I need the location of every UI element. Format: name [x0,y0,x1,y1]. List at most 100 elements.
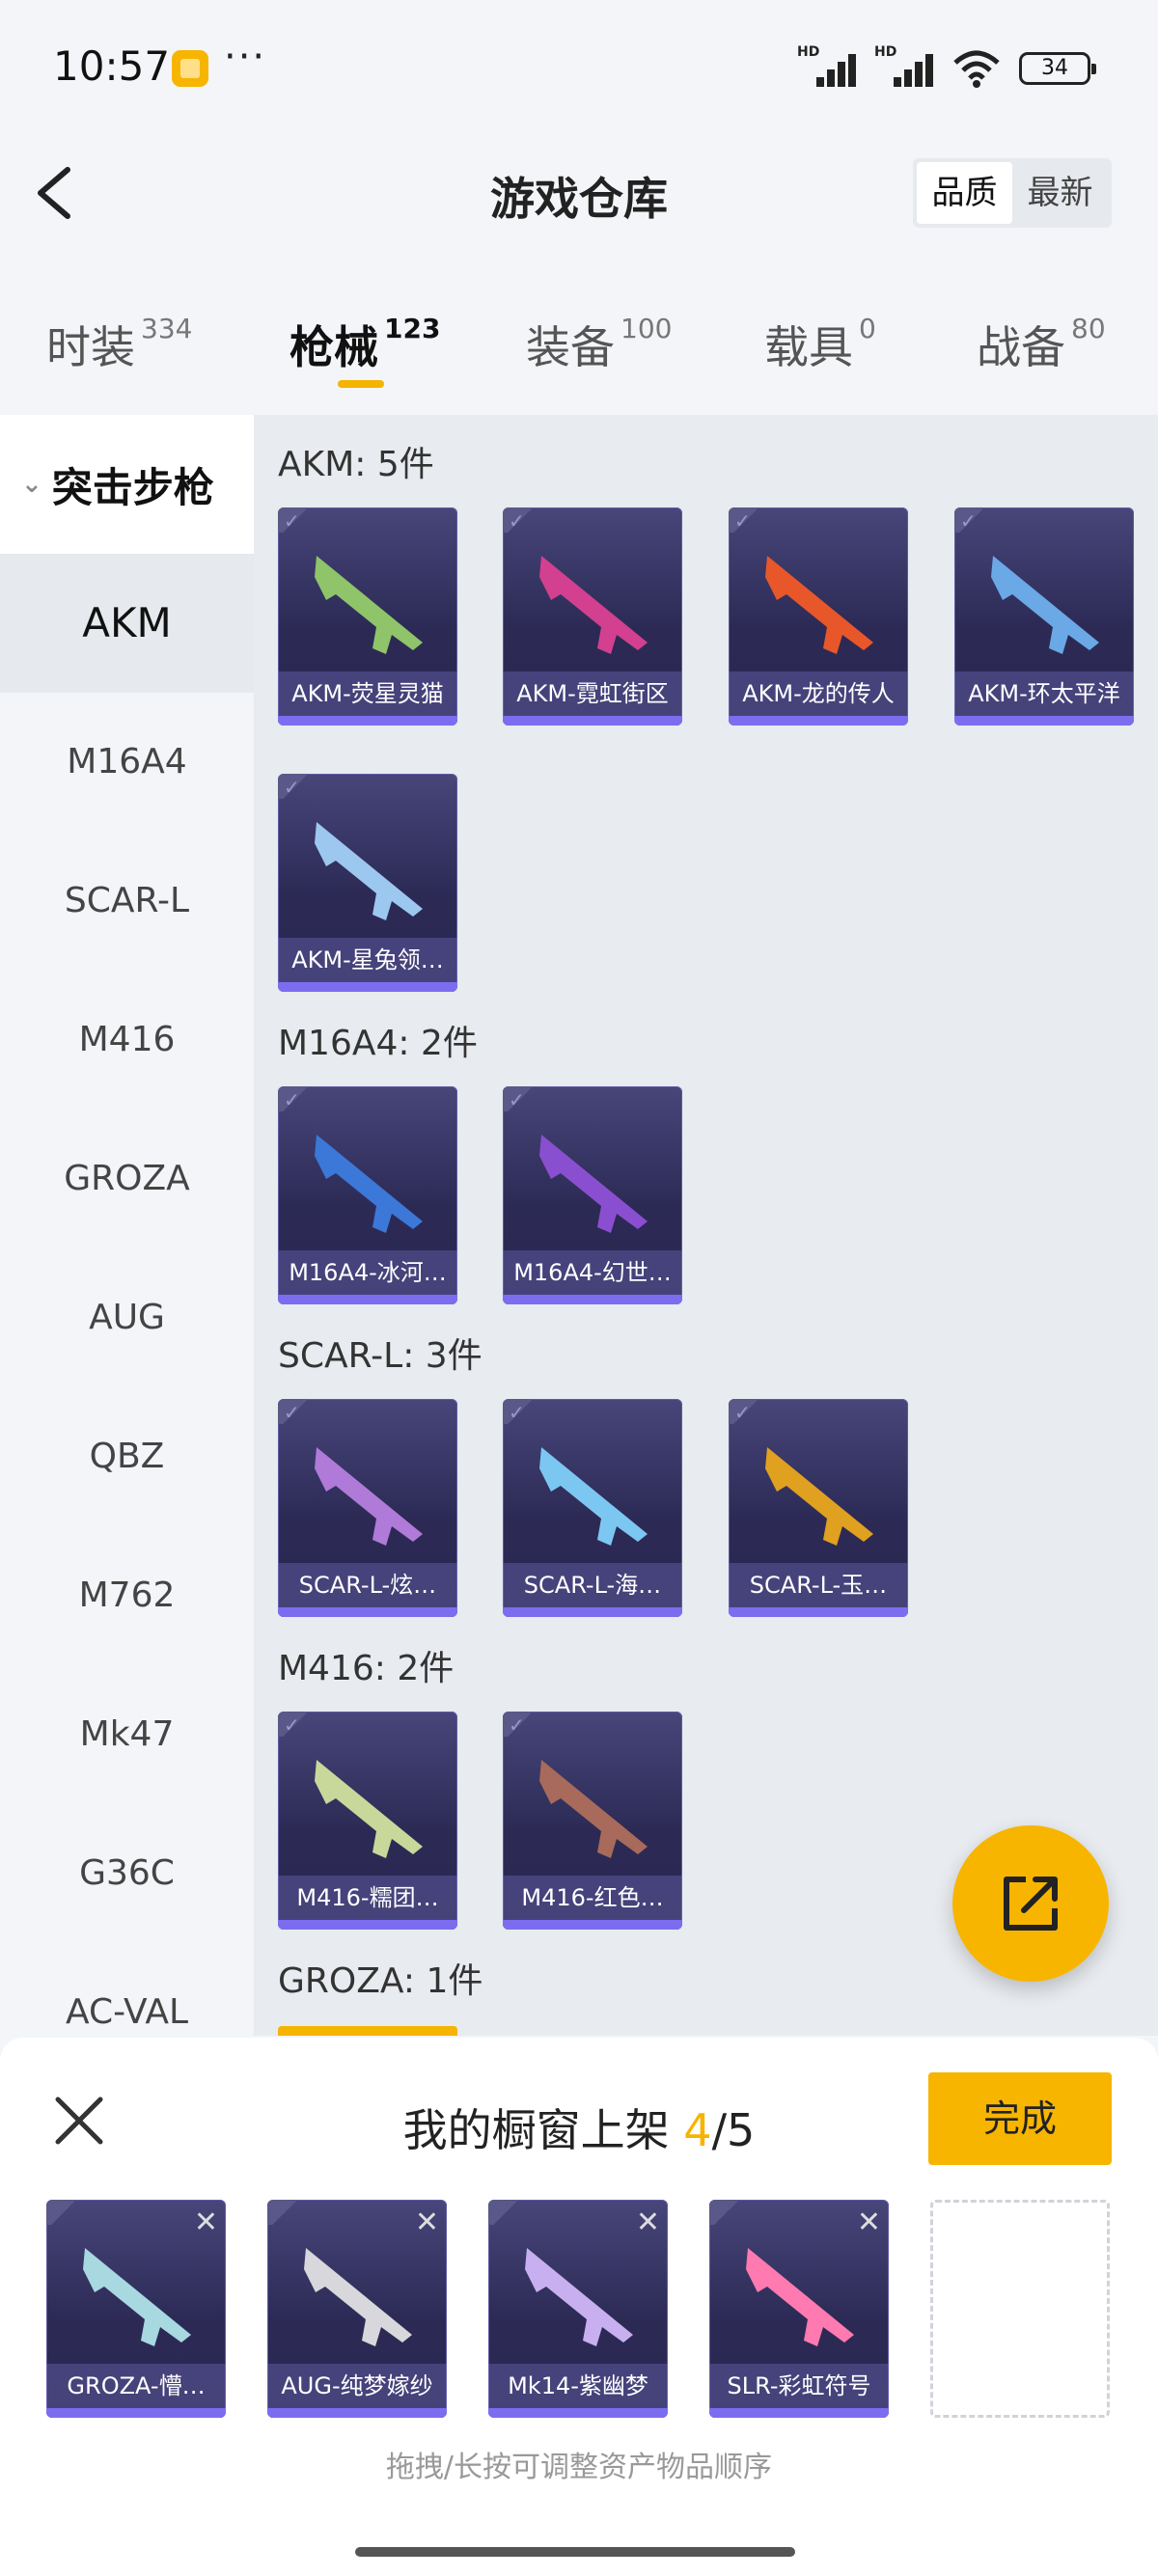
sidebar-item-akm[interactable]: AKM [0,554,254,693]
rarity-bar [278,1920,457,1930]
showcase-slot[interactable]: ✕ AUG-纯梦嫁纱 [267,2200,447,2418]
rarity-bar [503,716,682,726]
showcase-slot[interactable]: ✕ Mk14-紫幽梦 [488,2200,668,2418]
showcase-total-count: /5 [711,2104,756,2156]
section-title: M416: 2件 [278,1649,455,1688]
rifle-skin-icon [539,556,648,654]
category-tabs: 时装 334 枪械 123 装备 100 载具 0 战备 80 [0,289,1158,415]
sidebar-item-mk47[interactable]: Mk47 [0,1665,254,1804]
tab-equipment[interactable]: 装备 100 [526,313,672,376]
showcase-slot[interactable]: ✕ GROZA-懵… [46,2200,226,2418]
status-bar: 10:57 ··· HD HD 34 [0,0,1158,135]
sidebar-item-g36c[interactable]: G36C [0,1804,254,1943]
tab-vehicles[interactable]: 载具 0 [764,313,876,376]
sidebar-item-m416[interactable]: M416 [0,971,254,1110]
sort-quality-button[interactable]: 品质 [917,162,1012,224]
weapon-card[interactable]: ✓ AKM-龙的传人 [729,507,908,726]
signal-icon: HD [874,44,934,89]
rifle-skin-icon [539,1447,648,1546]
weapon-card[interactable]: ✓ M16A4-幻世… [503,1086,682,1304]
weapon-name: M416-红色… [503,1876,682,1920]
weapon-name: M416-糯团… [278,1876,457,1920]
weapon-name: M16A4-冰河… [278,1250,457,1295]
showcase-slot[interactable]: ✕ SLR-彩虹符号 [709,2200,889,2418]
weapon-name: AKM-霓虹街区 [503,671,682,716]
sidebar-group-assault-rifles[interactable]: ⌄ 突击步枪 [0,415,254,554]
tab-label: 载具 [764,321,853,373]
wifi-icon [953,50,1000,88]
sidebar-item-m762[interactable]: M762 [0,1526,254,1665]
rifle-skin-icon [315,1447,423,1546]
weapon-name: AUG-纯梦嫁纱 [267,2364,447,2408]
status-time: 10:57 [53,42,171,90]
weapon-card[interactable]: ✓ M416-糯团… [278,1712,457,1930]
weapon-card[interactable] [278,2026,457,2036]
weapon-card[interactable]: ✓ AKM-霓虹街区 [503,507,682,726]
rifle-skin-icon [315,1135,423,1233]
rarity-bar [278,1607,457,1617]
sort-latest-button[interactable]: 最新 [1012,162,1108,224]
sidebar-item-ac-val[interactable]: AC-VAL [0,1943,254,2036]
sidebar-group-label: 突击步枪 [51,463,214,511]
chevron-down-icon: ⌄ [21,470,42,499]
tab-label: 时装 [46,321,135,373]
weapon-type-sidebar: ⌄ 突击步枪 AKM M16A4 SCAR-L M416 GROZA AUG Q… [0,415,254,2036]
sort-toggle: 品质 最新 [913,158,1112,228]
rarity-bar [729,1607,908,1617]
weapon-card[interactable]: ✓ M16A4-冰河… [278,1086,457,1304]
notification-icon [172,50,208,87]
weapon-name: SCAR-L-炫… [278,1563,457,1607]
remove-icon[interactable]: ✕ [857,2206,881,2239]
rifle-skin-icon [991,556,1099,654]
tab-label: 装备 [526,321,615,373]
sidebar-item-scar-l[interactable]: SCAR-L [0,832,254,971]
weapon-card[interactable]: ✓ M416-红色… [503,1712,682,1930]
weapon-name: M16A4-幻世… [503,1250,682,1295]
weapon-name: AKM-星兔领… [278,938,457,982]
sidebar-item-qbz[interactable]: QBZ [0,1387,254,1526]
section-title: GROZA: 1件 [278,1961,483,2001]
rifle-skin-icon [525,2248,633,2346]
weapon-card[interactable]: ✓ AKM-环太平洋 [954,507,1134,726]
tab-supplies[interactable]: 战备 80 [977,313,1106,376]
rarity-bar [267,2408,447,2418]
weapon-name: Mk14-紫幽梦 [488,2364,668,2408]
section-title: M16A4: 2件 [278,1024,478,1063]
empty-showcase-slot[interactable] [930,2200,1110,2418]
section-title: AKM: 5件 [278,445,434,484]
remove-icon[interactable]: ✕ [636,2206,660,2239]
weapon-card[interactable]: ✓ AKM-星兔领… [278,774,457,992]
sidebar-item-groza[interactable]: GROZA [0,1110,254,1248]
tab-count: 100 [620,313,673,344]
rifle-skin-icon [315,1760,423,1858]
weapon-name: AKM-环太平洋 [954,671,1134,716]
sidebar-item-aug[interactable]: AUG [0,1248,254,1387]
home-indicator[interactable] [355,2547,795,2557]
weapon-card[interactable]: ✓ SCAR-L-海… [503,1399,682,1617]
signal-icon: HD [797,44,857,89]
weapon-name: GROZA-懵… [46,2364,226,2408]
weapon-card[interactable]: ✓ SCAR-L-炫… [278,1399,457,1617]
rarity-bar [954,716,1134,726]
tab-count: 123 [384,313,441,344]
weapon-card[interactable]: ✓ AKM-荧星灵猫 [278,507,457,726]
rarity-bar [503,1295,682,1304]
remove-icon[interactable]: ✕ [194,2206,218,2239]
tab-count: 0 [859,313,876,344]
tab-label: 战备 [977,321,1065,373]
rifle-skin-icon [315,822,423,920]
remove-icon[interactable]: ✕ [415,2206,439,2239]
rifle-skin-icon [746,2248,854,2346]
weapon-name: SCAR-L-玉… [729,1563,908,1607]
weapon-grid: AKM: 5件 ✓ AKM-荧星灵猫 ✓ AKM-霓虹街区 ✓ AKM-龙的传人… [254,415,1158,2036]
section-title: SCAR-L: 3件 [278,1336,482,1376]
rifle-skin-icon [315,556,423,654]
rifle-skin-icon [765,556,873,654]
weapon-card[interactable]: ✓ SCAR-L-玉… [729,1399,908,1617]
export-button[interactable] [952,1825,1109,1982]
tab-firearms[interactable]: 枪械 123 [290,313,440,376]
done-button[interactable]: 完成 [928,2072,1112,2165]
tab-fashion[interactable]: 时装 334 [46,313,192,376]
reorder-hint: 拖拽/长按可调整资产物品顺序 [385,2451,773,2484]
sidebar-item-m16a4[interactable]: M16A4 [0,693,254,832]
